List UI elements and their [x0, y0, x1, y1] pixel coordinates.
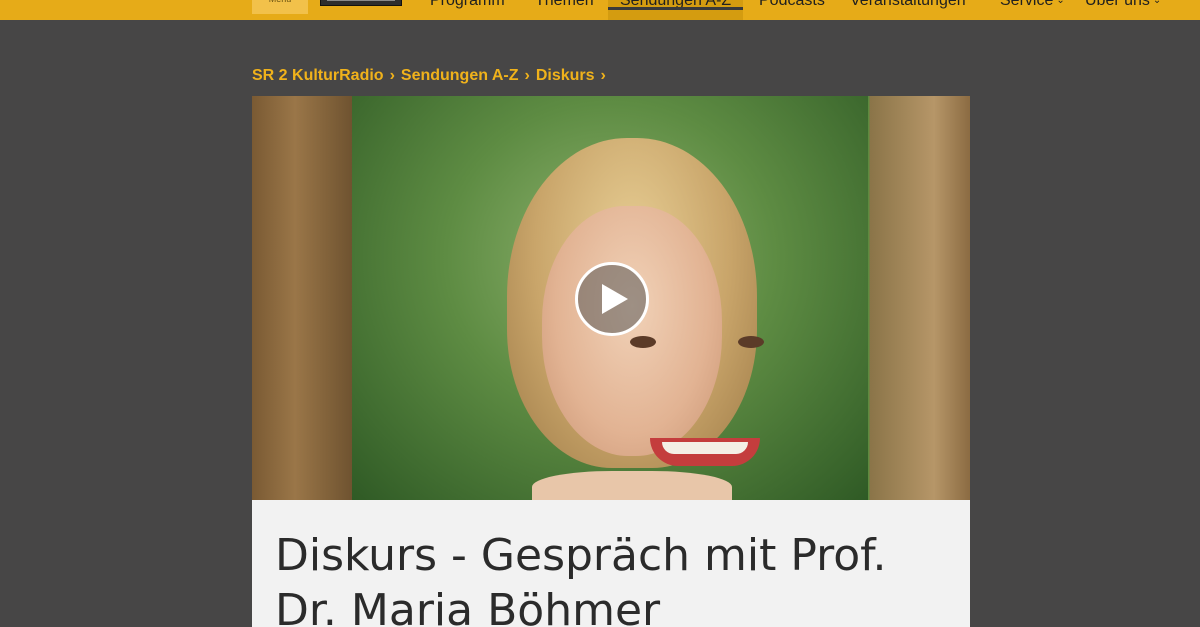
- hero-media[interactable]: [252, 96, 970, 500]
- station-logo[interactable]: [320, 0, 402, 6]
- portrait-eye-right: [738, 336, 764, 348]
- nav-item-label: Service: [1000, 0, 1054, 9]
- nav-item-service[interactable]: Service ⌄: [1000, 0, 1065, 20]
- page-title: Diskurs - Gespräch mit Prof. Dr. Maria B…: [275, 530, 887, 627]
- play-icon: [602, 284, 628, 314]
- nav-item-label: Veranstaltungen: [850, 0, 966, 9]
- article-title-card: Diskurs - Gespräch mit Prof. Dr. Maria B…: [252, 500, 970, 627]
- breadcrumb: SR 2 KulturRadio › Sendungen A-Z › Diskurs ›: [252, 67, 612, 89]
- breadcrumb-link-sendungen-a-z[interactable]: Sendungen A-Z: [401, 67, 519, 84]
- nav-item-veranstaltungen[interactable]: Veranstaltungen: [850, 0, 966, 20]
- nav-item-sendungen-a-z[interactable]: Sendungen A-Z: [608, 0, 744, 20]
- breadcrumb-separator: ›: [389, 67, 395, 84]
- portrait-face: [542, 206, 722, 456]
- top-navigation-bar: Menü Programm Themen Sendungen A-Z Podca…: [0, 0, 1200, 20]
- portrait-shoulders: [532, 471, 732, 500]
- nav-item-programm[interactable]: Programm: [430, 0, 505, 20]
- nav-item-ueber-uns[interactable]: Über uns ⌄: [1085, 0, 1161, 20]
- portrait-eye-left: [630, 336, 656, 348]
- chevron-down-icon: ⌄: [1152, 0, 1162, 6]
- nav-item-podcasts[interactable]: Podcasts: [759, 0, 825, 20]
- breadcrumb-separator: ›: [600, 67, 606, 84]
- play-button[interactable]: [575, 262, 649, 336]
- breadcrumb-separator: ›: [524, 67, 530, 84]
- breadcrumb-link-diskurs[interactable]: Diskurs: [536, 67, 595, 84]
- nav-item-label: Themen: [535, 0, 594, 9]
- nav-item-label: Programm: [430, 0, 505, 9]
- portrait-mouth: [650, 438, 760, 466]
- chevron-down-icon: ⌄: [1056, 0, 1065, 6]
- breadcrumb-link-sr2-kulturradio[interactable]: SR 2 KulturRadio: [252, 67, 384, 84]
- menu-button[interactable]: Menü: [252, 0, 308, 14]
- nav-item-label: Podcasts: [759, 0, 825, 9]
- nav-item-label: Über uns: [1085, 0, 1150, 9]
- nav-item-label: Sendungen A-Z: [620, 0, 732, 9]
- nav-item-themen[interactable]: Themen: [535, 0, 594, 20]
